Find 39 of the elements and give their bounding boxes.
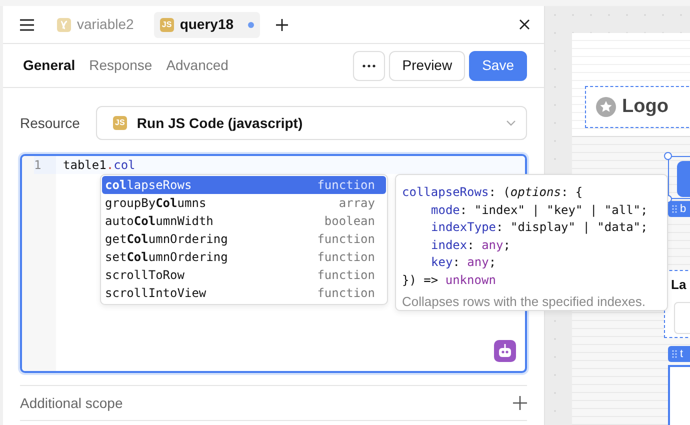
resource-select[interactable]: JS Run JS Code (javascript) bbox=[96, 106, 527, 140]
section-title: Additional scope bbox=[20, 394, 123, 413]
section-tab[interactable]: General bbox=[20, 55, 78, 76]
js-icon: JS bbox=[160, 18, 174, 32]
drag-handle-icon bbox=[672, 205, 677, 213]
menu-icon bbox=[19, 18, 35, 30]
variable-icon bbox=[57, 18, 71, 32]
field-label: Resource bbox=[20, 114, 80, 132]
preview-button[interactable]: Preview bbox=[389, 50, 466, 80]
logo-text: Logo bbox=[622, 94, 668, 119]
save-button[interactable]: Save bbox=[469, 50, 527, 80]
assistant-button[interactable] bbox=[494, 340, 516, 362]
plus-icon bbox=[513, 396, 527, 410]
robot-icon bbox=[494, 340, 516, 362]
close-icon bbox=[519, 19, 530, 30]
suggestion-item[interactable]: scrollToRow function bbox=[102, 266, 386, 284]
line-number: 1 bbox=[34, 156, 56, 174]
field-label: La bbox=[671, 277, 686, 292]
section-tab[interactable]: Response bbox=[86, 55, 156, 76]
more-icon bbox=[362, 64, 376, 68]
add-tab-button[interactable] bbox=[276, 18, 288, 30]
query-tab[interactable]: variable2 bbox=[51, 12, 140, 38]
section-tab[interactable]: Advanced bbox=[163, 55, 232, 76]
chevron-down-icon bbox=[506, 120, 516, 126]
suggestion-item[interactable]: collapseRows function bbox=[102, 176, 386, 194]
query-tab[interactable]: JS query18 bbox=[154, 12, 260, 38]
plus-icon bbox=[276, 18, 288, 30]
suggestion-item[interactable]: getColumnOrdering function bbox=[102, 230, 386, 248]
js-icon: JS bbox=[112, 116, 127, 130]
add-scope-button[interactable] bbox=[513, 396, 527, 410]
suggestion-item[interactable]: setColumnOrdering function bbox=[102, 248, 386, 266]
drag-handle-icon bbox=[672, 350, 677, 358]
suggestion-item[interactable]: autoColumnWidth boolean bbox=[102, 212, 386, 230]
close-button[interactable] bbox=[519, 19, 530, 30]
menu-button[interactable] bbox=[19, 18, 35, 30]
suggestion-item[interactable]: groupByColumns array bbox=[102, 194, 386, 212]
component-tag[interactable]: t bbox=[668, 346, 690, 362]
component-tag[interactable]: b bbox=[668, 201, 690, 217]
suggestion-item[interactable]: scrollIntoView function bbox=[102, 284, 386, 302]
